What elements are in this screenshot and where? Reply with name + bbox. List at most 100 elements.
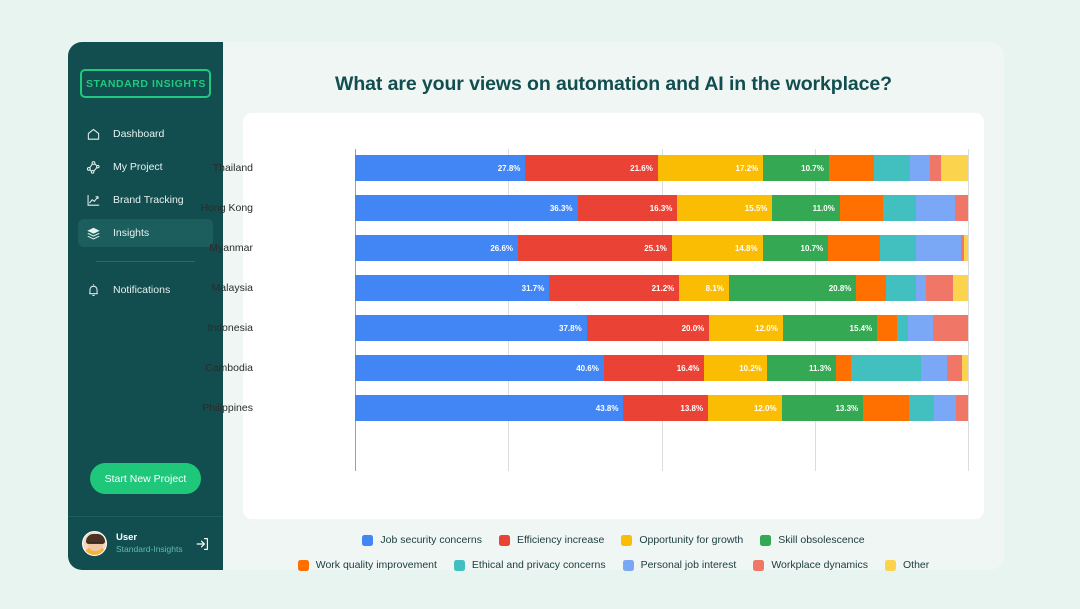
legend-item[interactable]: Opportunity for growth bbox=[621, 534, 743, 546]
chart-bar-segment[interactable] bbox=[916, 195, 956, 221]
chart-bar-segment[interactable]: 10.7% bbox=[763, 155, 829, 181]
chart-segment-value: 20.0% bbox=[681, 323, 705, 333]
chart-bar-segment[interactable] bbox=[940, 155, 968, 181]
chart-category-label: Hong Kong bbox=[200, 202, 253, 214]
chart-bar-segment[interactable]: 12.0% bbox=[709, 315, 783, 341]
chart-bar[interactable]: 43.8% 13.8% 12.0% 13.3% bbox=[355, 395, 968, 421]
chart-segment-value: 37.8% bbox=[559, 323, 582, 333]
chart-bar-segment[interactable]: 10.2% bbox=[704, 355, 767, 381]
chart-bar-segment[interactable] bbox=[828, 235, 881, 261]
chart-category-label: Indonesia bbox=[207, 322, 253, 334]
legend-label: Skill obsolescence bbox=[778, 534, 865, 546]
chart-bar-segment[interactable]: 15.5% bbox=[677, 195, 773, 221]
chart-bar-segment[interactable] bbox=[885, 275, 917, 301]
chart-row: Myanmar 26.6% 25.1% 14.8% 10.7% bbox=[209, 235, 984, 261]
chart-bar[interactable]: 31.7% 21.2% 8.1% 20.8% bbox=[355, 275, 968, 301]
chart-bar-segment[interactable] bbox=[908, 315, 933, 341]
chart-bar-segment[interactable] bbox=[926, 275, 953, 301]
chart-bar-segment[interactable] bbox=[955, 395, 968, 421]
chart-bar-segment[interactable] bbox=[947, 355, 963, 381]
chart-bar-segment[interactable] bbox=[877, 315, 897, 341]
chart-bar-segment[interactable]: 21.6% bbox=[525, 155, 658, 181]
chart-bar-segment[interactable]: 27.8% bbox=[355, 155, 526, 181]
chart-bar-segment[interactable] bbox=[874, 155, 910, 181]
chart-bar-segment[interactable] bbox=[828, 155, 875, 181]
chart-bar-segment[interactable]: 11.0% bbox=[772, 195, 840, 221]
chart-row: Thailand 27.8% 21.6% 17.2% 10.7% bbox=[213, 155, 984, 181]
chart-bar-segment[interactable]: 16.4% bbox=[603, 355, 705, 381]
chart-bar-segment[interactable] bbox=[929, 155, 941, 181]
chart-bar-segment[interactable]: 25.1% bbox=[518, 235, 672, 261]
chart-segment-value: 13.3% bbox=[835, 403, 859, 413]
chart-bar-segment[interactable] bbox=[856, 275, 886, 301]
chart-row: Cambodia 40.6% 16.4% 10.2% 11.3% bbox=[205, 355, 984, 381]
legend-label: Workplace dynamics bbox=[771, 559, 868, 571]
chart-bar-segment[interactable]: 8.1% bbox=[679, 275, 729, 301]
chart-bar-segment[interactable] bbox=[921, 355, 948, 381]
legend-swatch-icon bbox=[753, 559, 765, 571]
legend-swatch-icon bbox=[453, 559, 465, 571]
chart-bar[interactable]: 40.6% 16.4% 10.2% 11.3% bbox=[355, 355, 968, 381]
chart-bar-segment[interactable]: 16.3% bbox=[577, 195, 678, 221]
main-panel: What are your views on automation and AI… bbox=[200, 42, 1004, 571]
chart-bar-segment[interactable] bbox=[952, 275, 968, 301]
chart-bar-segment[interactable] bbox=[839, 195, 883, 221]
chart-bar-segment[interactable] bbox=[915, 235, 961, 261]
project-nodes-icon bbox=[86, 160, 101, 175]
chart-segment-value: 13.8% bbox=[680, 403, 704, 413]
chart-segment-value: 36.3% bbox=[549, 203, 573, 213]
legend-item[interactable]: Personal job interest bbox=[622, 559, 736, 571]
legend-item[interactable]: Efficiency increase bbox=[498, 534, 604, 546]
chart-segment-value: 15.4% bbox=[849, 323, 873, 333]
legend-item[interactable]: Work quality improvement bbox=[297, 559, 437, 571]
chart-bar-segment[interactable]: 11.3% bbox=[766, 355, 837, 381]
chart-bar-segment[interactable]: 10.7% bbox=[762, 235, 829, 261]
chart-bar-segment[interactable] bbox=[882, 195, 917, 221]
app-logo-text: STANDARD INSIGHTS bbox=[86, 78, 206, 90]
chart-bar-segment[interactable] bbox=[916, 275, 927, 301]
chart-bar-segment[interactable] bbox=[962, 355, 968, 381]
chart-bar-segment[interactable]: 26.6% bbox=[355, 235, 519, 261]
chart-bar-segment[interactable]: 15.4% bbox=[782, 315, 878, 341]
chart-bar-segment[interactable] bbox=[964, 235, 968, 261]
legend-label: Opportunity for growth bbox=[639, 534, 744, 546]
legend-item[interactable]: Skill obsolescence bbox=[760, 534, 865, 546]
sidebar-item-dashboard[interactable]: Dashboard bbox=[78, 120, 213, 148]
chart-bar-segment[interactable] bbox=[908, 395, 935, 421]
chart-bar-segment[interactable]: 31.7% bbox=[355, 275, 550, 301]
legend-item[interactable]: Ethical and privacy concerns bbox=[453, 559, 606, 571]
chart-bar-segment[interactable]: 40.6% bbox=[355, 355, 604, 381]
chart-bar-segment[interactable]: 20.0% bbox=[586, 315, 710, 341]
chart-bar[interactable]: 26.6% 25.1% 14.8% 10.7% bbox=[355, 235, 968, 261]
chart-bar-segment[interactable] bbox=[909, 155, 930, 181]
legend-item[interactable]: Job security concerns bbox=[362, 534, 482, 546]
legend-item[interactable]: Workplace dynamics bbox=[753, 559, 868, 571]
chart-bar-segment[interactable] bbox=[934, 395, 956, 421]
chart-bar[interactable]: 36.3% 16.3% 15.5% 11.0% bbox=[355, 195, 968, 221]
chart-bar-segment[interactable]: 12.0% bbox=[708, 395, 782, 421]
chart-bar[interactable]: 37.8% 20.0% 12.0% 15.4% bbox=[355, 315, 968, 341]
chart-bar-segment[interactable]: 36.3% bbox=[355, 195, 578, 221]
chart-bar-segment[interactable]: 13.3% bbox=[781, 395, 864, 421]
chart-bar-segment[interactable]: 37.8% bbox=[355, 315, 587, 341]
chart-bar-segment[interactable]: 43.8% bbox=[355, 395, 624, 421]
chart-bar-segment[interactable] bbox=[836, 355, 851, 381]
chart-bar-segment[interactable] bbox=[850, 355, 922, 381]
logout-icon[interactable] bbox=[193, 535, 211, 553]
chart-bar-segment[interactable] bbox=[863, 395, 909, 421]
chart-bar-segment[interactable] bbox=[933, 315, 968, 341]
chart-bar-segment[interactable]: 14.8% bbox=[671, 235, 763, 261]
chart-bar-segment[interactable] bbox=[955, 195, 968, 221]
chart-bar-segment[interactable]: 13.8% bbox=[623, 395, 709, 421]
start-new-project-button[interactable]: Start New Project bbox=[90, 463, 201, 494]
chart-bar-segment[interactable] bbox=[896, 315, 909, 341]
chart-bar-segment[interactable]: 21.2% bbox=[549, 275, 680, 301]
chart-bar-segment[interactable] bbox=[880, 235, 916, 261]
legend-item[interactable]: Other bbox=[885, 559, 929, 571]
user-profile-row[interactable]: User Standard-Insights bbox=[68, 516, 223, 570]
chart-bar-segment[interactable]: 17.2% bbox=[657, 155, 764, 181]
user-name: User bbox=[116, 532, 138, 544]
chart-bar[interactable]: 27.8% 21.6% 17.2% 10.7% bbox=[355, 155, 968, 181]
chart-segment-value: 12.0% bbox=[755, 323, 778, 333]
chart-bar-segment[interactable]: 20.8% bbox=[728, 275, 857, 301]
